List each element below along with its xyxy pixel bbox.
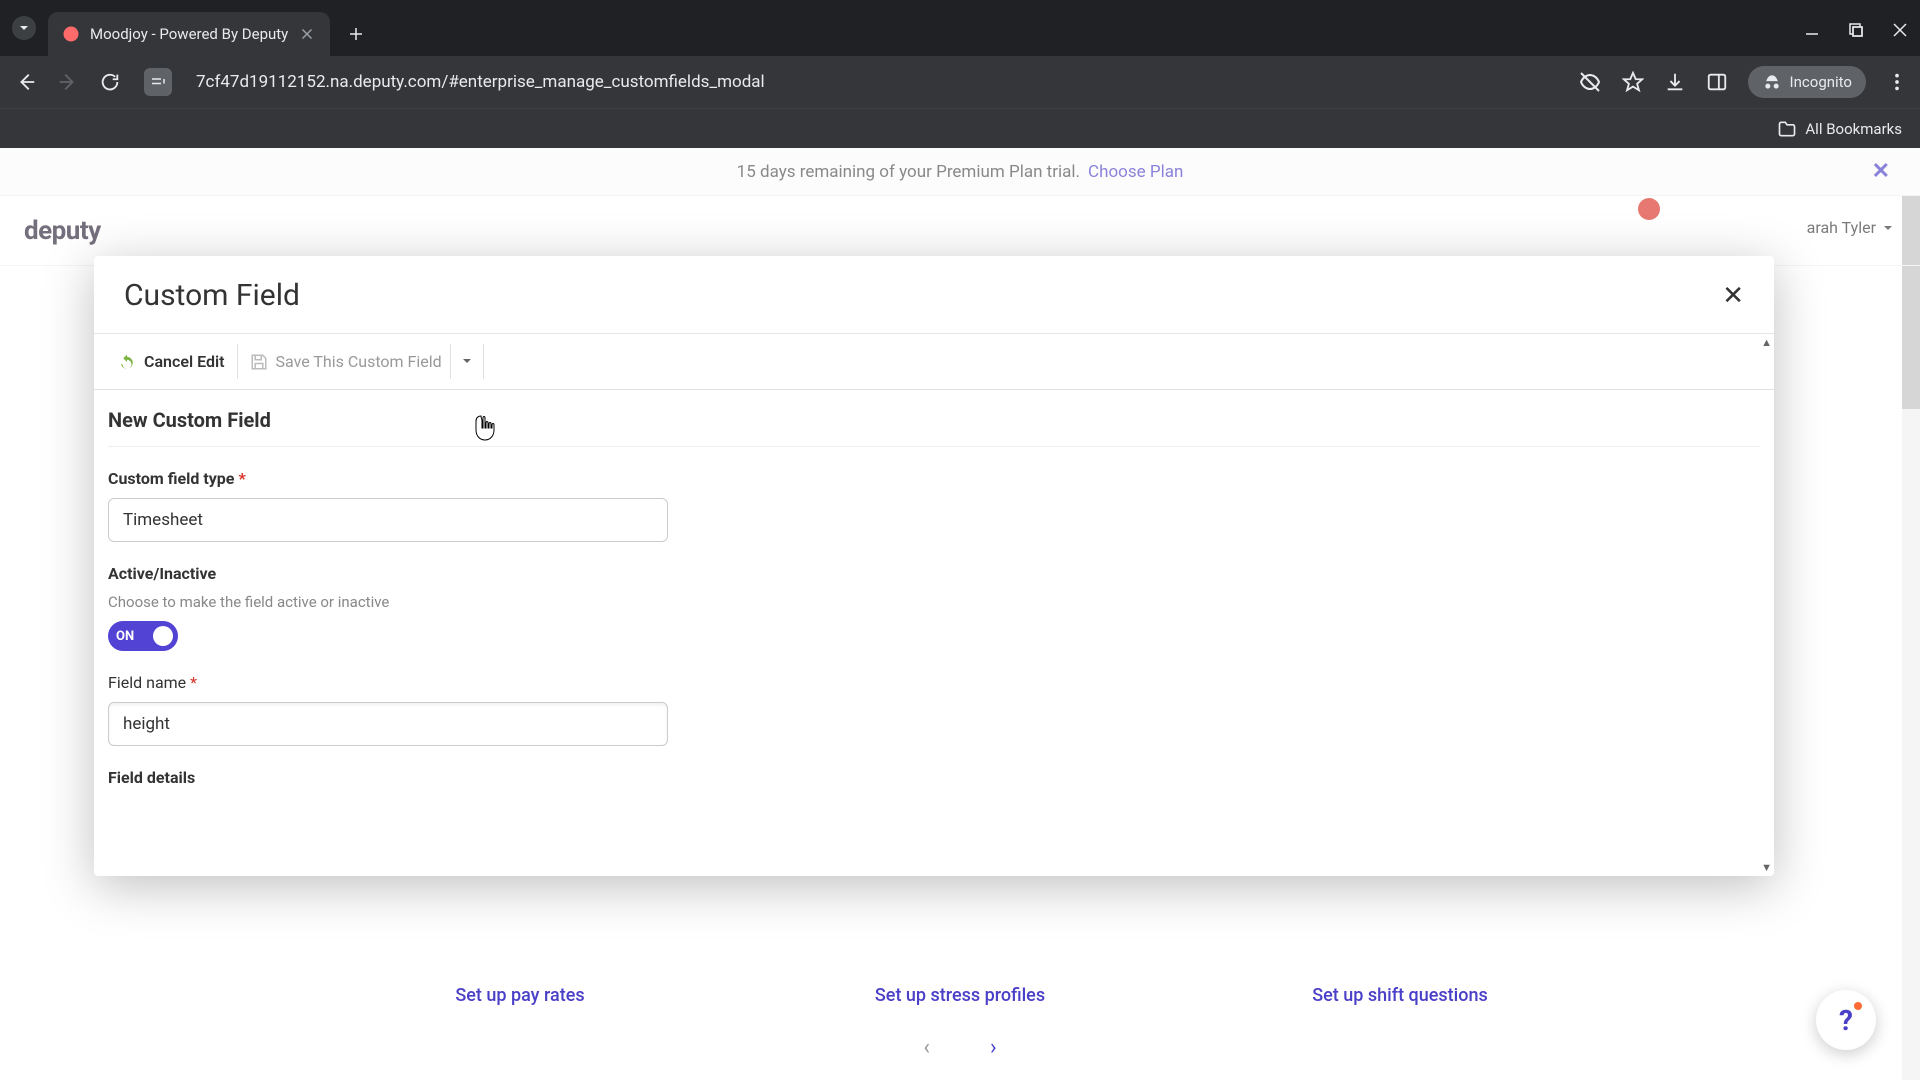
reload-button[interactable] <box>96 68 124 96</box>
scroll-down-arrow[interactable]: ▼ <box>1761 861 1772 874</box>
caret-down-icon <box>461 355 473 367</box>
pager-next-icon[interactable]: › <box>990 1035 997 1060</box>
bg-card-pay-rates[interactable]: Set up pay rates <box>320 971 720 1020</box>
active-toggle[interactable]: ON <box>108 621 178 651</box>
side-panel-icon[interactable] <box>1706 71 1728 93</box>
window-controls <box>1804 22 1908 38</box>
incognito-chip[interactable]: Incognito <box>1748 66 1866 98</box>
active-help-text: Choose to make the field active or inact… <box>108 593 1760 611</box>
all-bookmarks-link[interactable]: All Bookmarks <box>1805 120 1902 138</box>
back-button[interactable] <box>12 68 40 96</box>
field-type-label: Custom field type* <box>108 469 1760 488</box>
bg-card-stress[interactable]: Set up stress profiles <box>760 971 1160 1020</box>
site-info-button[interactable] <box>144 68 172 96</box>
mouse-cursor-icon <box>472 414 496 442</box>
cancel-edit-button[interactable]: Cancel Edit <box>106 344 238 379</box>
pager: ‹ › <box>0 1035 1920 1060</box>
pager-prev-icon[interactable]: ‹ <box>923 1035 930 1060</box>
toggle-knob <box>153 626 173 646</box>
close-window-icon[interactable] <box>1892 22 1908 38</box>
undo-icon <box>118 353 136 371</box>
save-label: Save This Custom Field <box>276 352 442 371</box>
browser-toolbar: 7cf47d19112152.na.deputy.com/#enterprise… <box>0 56 1920 108</box>
field-details-label: Field details <box>108 768 1760 787</box>
browser-titlebar: Moodjoy - Powered By Deputy <box>0 0 1920 56</box>
page-content: 15 days remaining of your Premium Plan t… <box>0 148 1920 1080</box>
field-name-group: Field name* <box>108 673 1760 746</box>
modal-toolbar: Cancel Edit Save This Custom Field ▲ <box>94 334 1774 390</box>
eye-off-icon[interactable] <box>1578 70 1602 94</box>
save-button[interactable]: Save This Custom Field <box>238 344 451 379</box>
custom-field-modal: Custom Field ✕ Cancel Edit Save This Cus… <box>94 256 1774 876</box>
forward-button[interactable] <box>54 68 82 96</box>
download-icon[interactable] <box>1664 71 1686 93</box>
save-dropdown-button[interactable] <box>451 344 484 379</box>
help-fab-button[interactable]: ? <box>1816 990 1876 1050</box>
tab-close-icon[interactable] <box>298 25 316 43</box>
tab-favicon-icon <box>62 25 80 43</box>
tab-title: Moodjoy - Powered By Deputy <box>90 25 288 43</box>
maximize-icon[interactable] <box>1848 22 1864 38</box>
folder-icon <box>1777 119 1797 139</box>
background-cards: Set up pay rates Set up stress profiles … <box>0 971 1920 1020</box>
field-name-label: Field name* <box>108 673 1760 692</box>
tab-search-button[interactable] <box>12 16 36 40</box>
modal-header: Custom Field ✕ <box>94 256 1774 334</box>
field-type-select[interactable]: Timesheet <box>108 498 668 542</box>
scroll-up-arrow[interactable]: ▲ <box>1761 336 1772 349</box>
bookmark-star-icon[interactable] <box>1622 71 1644 93</box>
modal-title: Custom Field <box>124 278 300 313</box>
cancel-label: Cancel Edit <box>144 352 225 371</box>
bg-card-shift[interactable]: Set up shift questions <box>1200 971 1600 1020</box>
modal-close-button[interactable]: ✕ <box>1722 281 1744 311</box>
section-heading: New Custom Field <box>108 390 1760 447</box>
address-bar[interactable]: 7cf47d19112152.na.deputy.com/#enterprise… <box>186 72 1564 92</box>
active-group: Active/Inactive Choose to make the field… <box>108 564 1760 651</box>
save-icon <box>250 353 268 371</box>
field-name-input[interactable] <box>108 702 668 746</box>
menu-dots-icon[interactable] <box>1886 71 1908 93</box>
new-tab-button[interactable] <box>340 18 372 50</box>
active-label: Active/Inactive <box>108 564 1760 583</box>
field-type-group: Custom field type* Timesheet <box>108 469 1760 542</box>
field-details-group: Field details <box>108 768 1760 787</box>
bookmarks-bar: All Bookmarks <box>0 108 1920 148</box>
modal-body: New Custom Field Custom field type* Time… <box>94 390 1774 876</box>
toggle-state-label: ON <box>116 629 134 644</box>
browser-tab[interactable]: Moodjoy - Powered By Deputy <box>48 12 330 56</box>
minimize-icon[interactable] <box>1804 22 1820 38</box>
incognito-label: Incognito <box>1790 73 1852 91</box>
incognito-icon <box>1762 72 1782 92</box>
